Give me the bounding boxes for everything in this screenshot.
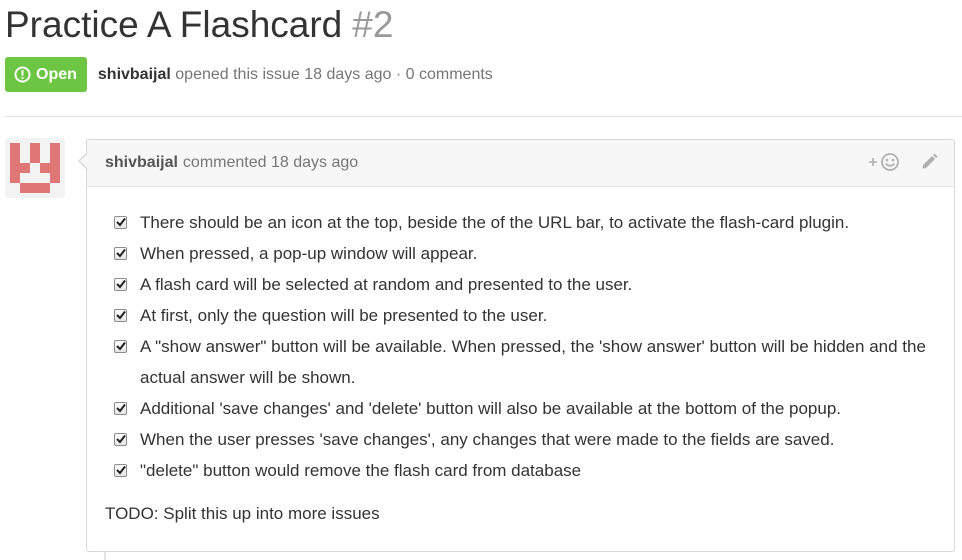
comment-timestamp: commented 18 days ago	[182, 154, 359, 171]
task-text: "delete" button would remove the flash c…	[140, 461, 582, 480]
issue-title: Practice A Flashcard	[5, 4, 343, 45]
task-checkbox[interactable]	[114, 464, 127, 477]
issue-meta: Open shivbaijal opened this issue 18 day…	[5, 57, 493, 92]
checkmark-icon	[116, 434, 126, 444]
comment-author-link[interactable]: shivbaijal	[105, 154, 178, 172]
checkmark-icon	[116, 248, 126, 258]
checkmark-icon	[116, 403, 126, 413]
issue-opened-text: opened this issue 18 days ago · 0 commen…	[175, 65, 493, 83]
comment-arrow-fill	[80, 154, 87, 168]
comment-header: shivbaijal commented 18 days ago	[87, 140, 954, 187]
checkmark-icon	[116, 310, 126, 320]
task-text: There should be an icon at the top, besi…	[140, 213, 850, 232]
checkmark-icon	[116, 217, 126, 227]
task-list-item: A flash card will be selected at random …	[114, 269, 944, 300]
timeline-line	[104, 552, 106, 560]
open-state-badge: Open	[5, 57, 87, 92]
issue-number: #2	[352, 4, 394, 45]
checkmark-icon	[116, 465, 126, 475]
smiley-add-icon	[869, 153, 899, 171]
edit-comment-button[interactable]	[920, 153, 938, 171]
comment-box: shivbaijal commented 18 days ago There s…	[78, 139, 955, 552]
issue-opened-info: shivbaijal opened this issue 18 days ago…	[98, 66, 493, 84]
alert-circle-icon	[14, 66, 31, 83]
header-divider	[5, 116, 962, 117]
add-reaction-button[interactable]	[868, 152, 902, 172]
task-checkbox[interactable]	[114, 247, 127, 260]
task-list-item: There should be an icon at the top, besi…	[114, 207, 944, 238]
issue-author-link[interactable]: shivbaijal	[98, 66, 171, 83]
task-list-item: At first, only the question will be pres…	[114, 300, 944, 331]
task-text: At first, only the question will be pres…	[140, 306, 548, 325]
task-checkbox[interactable]	[114, 216, 127, 229]
task-text: A flash card will be selected at random …	[140, 275, 633, 294]
task-list-item: When pressed, a pop-up window will appea…	[114, 238, 944, 269]
task-list-item: A "show answer" button will be available…	[114, 331, 944, 393]
issue-title-row: Practice A Flashcard #2	[5, 0, 393, 50]
checkmark-icon	[116, 279, 126, 289]
comment-actions	[868, 152, 938, 172]
task-list-item: "delete" button would remove the flash c…	[114, 455, 944, 486]
identicon-avatar-icon	[10, 143, 60, 193]
task-checkbox[interactable]	[114, 278, 127, 291]
pencil-icon	[922, 153, 938, 169]
task-text: Additional 'save changes' and 'delete' b…	[140, 399, 842, 418]
task-list-item: Additional 'save changes' and 'delete' b…	[114, 393, 944, 424]
task-list-item: When the user presses 'save changes', an…	[114, 424, 944, 455]
task-checkbox[interactable]	[114, 340, 127, 353]
task-checkbox[interactable]	[114, 309, 127, 322]
task-text: When the user presses 'save changes', an…	[140, 430, 835, 449]
checkmark-icon	[116, 341, 126, 351]
task-checkbox[interactable]	[114, 402, 127, 415]
task-text: A "show answer" button will be available…	[140, 337, 926, 387]
task-list: There should be an icon at the top, besi…	[114, 207, 944, 486]
task-text: When pressed, a pop-up window will appea…	[140, 244, 478, 263]
comment-footer-text: TODO: Split this up into more issues	[105, 504, 380, 523]
task-checkbox[interactable]	[114, 433, 127, 446]
avatar[interactable]	[5, 138, 65, 198]
state-label: Open	[36, 65, 77, 83]
